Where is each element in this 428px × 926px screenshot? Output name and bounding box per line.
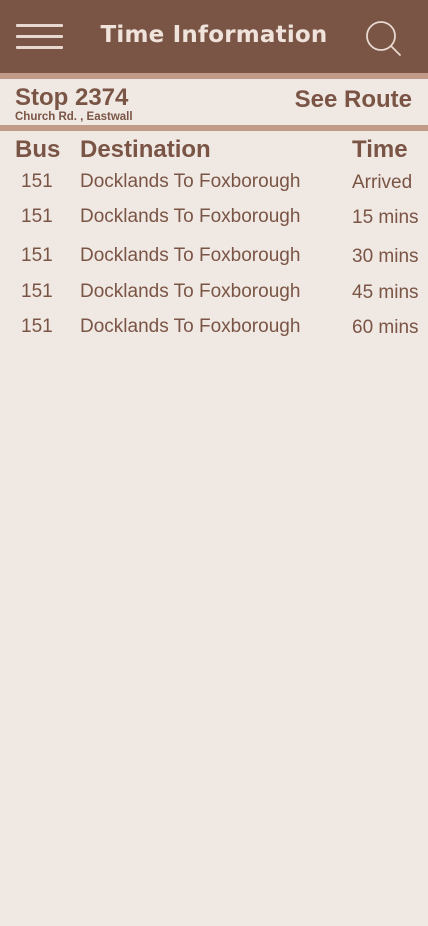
arrival-time: 45 mins: [352, 282, 419, 303]
destination: Docklands To Foxborough: [80, 281, 301, 302]
see-route-link[interactable]: See Route: [295, 86, 412, 114]
destination: Docklands To Foxborough: [80, 171, 301, 192]
bus-number: 151: [21, 206, 53, 227]
arrival-time: 60 mins: [352, 317, 419, 338]
search-button[interactable]: [364, 20, 404, 58]
column-header-bus: Bus: [15, 136, 61, 163]
bus-number: 151: [21, 171, 53, 192]
app-header: Time Information: [0, 0, 428, 73]
destination: Docklands To Foxborough: [80, 245, 301, 266]
bus-number: 151: [21, 281, 53, 302]
arrival-time: 15 mins: [352, 207, 419, 228]
stop-title: Stop 2374: [15, 84, 129, 111]
stop-address: Church Rd. , Eastwall: [15, 111, 133, 123]
destination: Docklands To Foxborough: [80, 206, 301, 227]
column-header-destination: Destination: [80, 136, 211, 163]
search-icon: [366, 21, 401, 56]
divider: [0, 73, 428, 79]
bus-number: 151: [21, 245, 53, 266]
divider: [0, 125, 428, 131]
bus-number: 151: [21, 316, 53, 337]
destination: Docklands To Foxborough: [80, 316, 301, 337]
arrival-time: 30 mins: [352, 246, 419, 267]
column-header-time: Time: [352, 136, 408, 163]
arrival-time: Arrived: [352, 172, 413, 193]
